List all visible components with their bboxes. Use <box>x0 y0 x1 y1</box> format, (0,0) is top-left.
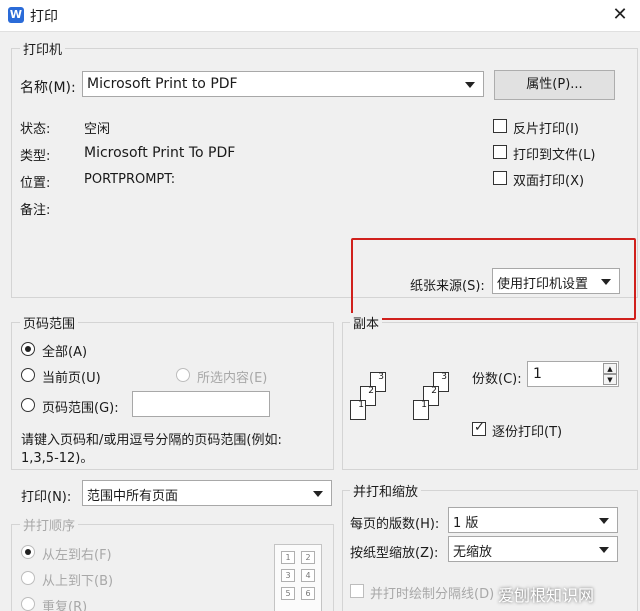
copies-count-label: 份数(C): <box>472 372 522 387</box>
repeat-label: 重复(R) <box>42 600 88 611</box>
left-to-right-radio[interactable] <box>21 545 35 559</box>
close-icon[interactable]: ✕ <box>606 3 634 27</box>
top-to-bottom-radio[interactable] <box>21 571 35 585</box>
reverse-print-label: 反片打印(I) <box>513 122 579 137</box>
page-range-hint: 请键入页码和/或用逗号分隔的页码范围(例如: <box>21 433 282 448</box>
draw-lines-label: 并打时绘制分隔线(D) <box>370 587 495 602</box>
status-label: 状态: <box>20 122 51 137</box>
print-order-label: 并打顺序 <box>20 515 79 534</box>
all-pages-label: 全部(A) <box>42 345 88 360</box>
left-to-right-label: 从左到右(F) <box>42 548 112 563</box>
pages-per-sheet-label: 每页的版数(H): <box>350 517 440 532</box>
page-range-hint-example: 1,3,5-12)。 <box>21 451 94 466</box>
window-title: 打印 <box>30 9 58 25</box>
printer-name-select[interactable]: Microsoft Print to PDF <box>82 71 484 97</box>
print-order-preview-icon: 1 2 3 4 5 6 <box>274 544 322 611</box>
print-to-file-checkbox[interactable] <box>493 145 507 159</box>
chevron-down-icon <box>465 82 475 88</box>
collate-checkbox[interactable] <box>472 420 486 436</box>
comment-label: 备注: <box>20 203 51 218</box>
all-pages-radio[interactable] <box>21 342 35 356</box>
draw-lines-checkbox[interactable] <box>350 584 364 598</box>
stepper-down-icon[interactable]: ▼ <box>603 374 617 385</box>
print-what-select[interactable]: 范围中所有页面 <box>82 480 332 506</box>
copies-label: 副本 <box>350 313 383 332</box>
duplex-checkbox[interactable] <box>493 171 507 185</box>
collate-pages-icon: 3 2 1 <box>413 372 461 428</box>
type-label: 类型: <box>20 149 51 164</box>
print-what-value: 范围中所有页面 <box>87 489 179 504</box>
printer-name-value: Microsoft Print to PDF <box>87 76 238 92</box>
title-bar <box>0 0 640 32</box>
collate-label: 逐份打印(T) <box>492 425 563 440</box>
scale-select[interactable]: 无缩放 <box>448 536 618 562</box>
page-range-input[interactable] <box>132 391 270 417</box>
chevron-down-icon <box>313 491 323 497</box>
print-what-label: 打印(N): <box>21 490 72 505</box>
page-range-label: 页码范围 <box>20 313 79 332</box>
copies-count-value: 1 <box>533 366 542 382</box>
selection-radio[interactable] <box>176 368 190 382</box>
properties-button[interactable]: 属性(P)... <box>494 70 615 100</box>
repeat-radio[interactable] <box>21 597 35 611</box>
current-page-radio[interactable] <box>21 368 35 382</box>
selection-label: 所选内容(E) <box>197 371 268 386</box>
reverse-print-checkbox[interactable] <box>493 119 507 133</box>
chevron-down-icon <box>599 547 609 553</box>
chevron-down-icon <box>599 518 609 524</box>
scale-label: 按纸型缩放(Z): <box>350 546 439 561</box>
print-to-file-label: 打印到文件(L) <box>513 148 596 163</box>
type-value: Microsoft Print To PDF <box>84 145 236 161</box>
zoom-group-label: 并打和缩放 <box>350 481 422 500</box>
wps-writer-icon: W <box>8 7 24 23</box>
page-range-option-label: 页码范围(G): <box>42 401 119 416</box>
copies-count-stepper[interactable]: 1 ▲ ▼ <box>527 361 619 387</box>
location-label: 位置: <box>20 176 51 191</box>
top-to-bottom-label: 从上到下(B) <box>42 574 114 589</box>
current-page-label: 当前页(U) <box>42 371 101 386</box>
printer-name-label: 名称(M): <box>20 80 76 96</box>
page-range-radio[interactable] <box>21 398 35 412</box>
printer-group-label: 打印机 <box>20 39 66 58</box>
location-value: PORTPROMPT: <box>84 172 176 187</box>
collate-pages-icon: 3 2 1 <box>350 372 398 428</box>
status-value: 空闲 <box>84 122 111 137</box>
duplex-label: 双面打印(X) <box>513 174 585 189</box>
stepper-up-icon[interactable]: ▲ <box>603 363 617 374</box>
pages-per-sheet-value: 1 版 <box>453 516 479 531</box>
watermark-text: 爱刨根知识网 <box>498 586 595 605</box>
scale-value: 无缩放 <box>453 545 493 560</box>
pages-per-sheet-select[interactable]: 1 版 <box>448 507 618 533</box>
highlight-box <box>351 238 636 320</box>
